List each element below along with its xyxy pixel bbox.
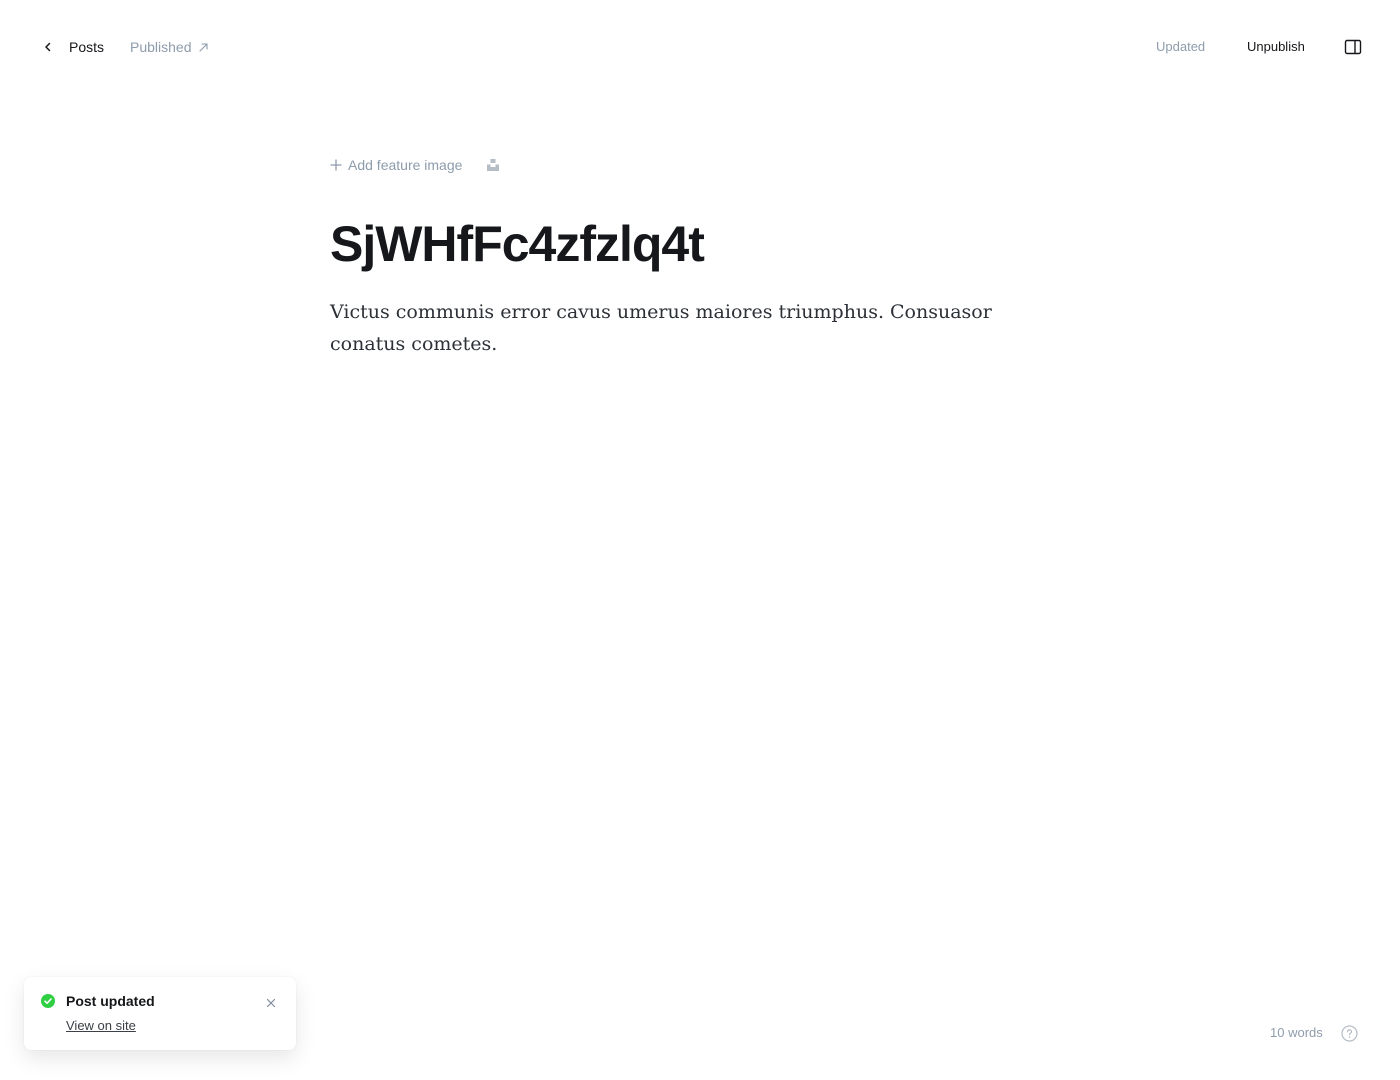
unsplash-icon[interactable]	[486, 158, 500, 172]
post-title[interactable]: SjWHfFc4zfzlq4t	[330, 214, 1050, 274]
editor-header: Posts Published Updated Unpublish	[0, 0, 1400, 94]
back-link-label: Posts	[69, 39, 105, 55]
post-body-text[interactable]: Victus communis error cavus umerus maior…	[330, 296, 1030, 360]
feature-image-row: Add feature image	[330, 148, 1050, 182]
check-circle-icon	[41, 994, 55, 1008]
help-icon[interactable]	[1341, 1025, 1358, 1042]
unpublish-button[interactable]: Unpublish	[1247, 36, 1305, 58]
toast-title: Post updated	[66, 993, 155, 1009]
post-editor: Add feature image SjWHfFc4zfzlq4t Victus…	[330, 148, 1050, 360]
add-feature-image-label: Add feature image	[348, 157, 463, 173]
chevron-left-icon	[38, 37, 58, 57]
post-status-label: Published	[130, 39, 192, 55]
external-arrow-icon	[198, 41, 210, 53]
close-icon[interactable]	[265, 996, 277, 1008]
add-feature-image-button[interactable]: Add feature image	[330, 157, 462, 173]
post-status-link[interactable]: Published	[130, 36, 210, 58]
back-to-posts-link[interactable]: Posts	[38, 36, 104, 58]
plus-icon	[330, 159, 342, 171]
save-status-label: Updated	[1156, 39, 1206, 54]
view-on-site-link[interactable]: View on site	[66, 1018, 136, 1034]
notification-toast: Post updated View on site	[24, 977, 296, 1050]
word-count: 10 words	[1270, 1025, 1323, 1040]
sidebar-toggle-icon[interactable]	[1344, 38, 1362, 56]
